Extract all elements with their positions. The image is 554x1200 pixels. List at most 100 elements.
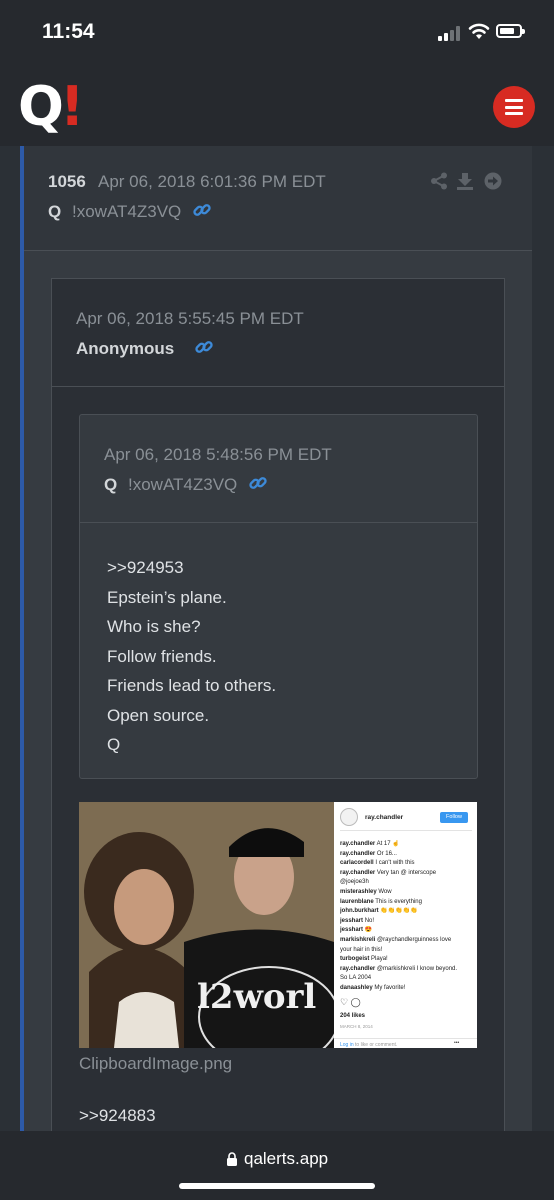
comment-user: john.burkhart xyxy=(340,908,379,915)
instagram-comment: john.burkhart 👏👏👏👏👏 xyxy=(340,907,472,917)
instagram-comment: So LA 2004 xyxy=(340,974,472,984)
text-line: Who is she? xyxy=(107,617,201,636)
lock-icon xyxy=(227,1152,237,1166)
photo: l2worl xyxy=(79,802,334,1048)
instagram-comment: misterashley Wow xyxy=(340,888,472,898)
post-tripcode: !xowAT4Z3VQ xyxy=(72,202,182,221)
instagram-actions: ♡ ◯ xyxy=(340,997,361,1008)
instagram-username: ray.chandler xyxy=(365,814,404,821)
avatar xyxy=(340,808,358,826)
comment-text: Wow xyxy=(378,888,392,895)
comment-user: jesshart xyxy=(340,917,364,924)
post-date: Apr 06, 2018 6:01:36 PM EDT xyxy=(98,172,326,191)
comment-user: ray.chandler xyxy=(340,869,376,876)
instagram-comment: jesshart 😍 xyxy=(340,926,472,936)
comment-text: I can't with this xyxy=(375,860,415,867)
text-line: Q xyxy=(107,735,121,754)
instagram-footer-text: to like or comment. xyxy=(355,1042,398,1048)
instagram-comment: carlacordell I can't with this xyxy=(340,859,472,869)
battery-icon xyxy=(496,24,525,38)
reply-link[interactable]: >>924883 xyxy=(79,1106,156,1126)
quoted-post-header: Apr 06, 2018 5:55:45 PM EDT Anonymous xyxy=(52,279,504,387)
comment-text: Playa! xyxy=(371,956,388,963)
instagram-panel: ray.chandler Follow ray.chandler At 17 ☝… xyxy=(334,802,477,1048)
comment-user: danaashley xyxy=(340,984,373,991)
nested-quote-header: Apr 06, 2018 5:48:56 PM EDT Q !xowAT4Z3V… xyxy=(80,415,477,523)
quoted-post-date: Apr 06, 2018 5:55:45 PM EDT xyxy=(76,309,304,328)
comment-user: ray.chandler xyxy=(340,965,376,972)
quoted-post-author: Anonymous xyxy=(76,339,175,358)
share-icon[interactable] xyxy=(430,172,448,190)
forward-icon[interactable] xyxy=(484,172,502,190)
link-icon[interactable] xyxy=(192,200,212,220)
comment-text: So LA 2004 xyxy=(340,975,372,982)
comment-icon: ◯ xyxy=(350,997,361,1007)
nested-quoted-post: Apr 06, 2018 5:48:56 PM EDT Q !xowAT4Z3V… xyxy=(79,414,478,779)
post-number[interactable]: 1056 xyxy=(48,172,86,192)
comment-text: My favorite! xyxy=(374,984,406,991)
wifi-icon xyxy=(468,23,490,39)
instagram-login-link: Log in xyxy=(340,1042,354,1048)
nested-quote-tripcode: !xowAT4Z3VQ xyxy=(128,475,238,494)
comment-user: ray.chandler xyxy=(340,850,376,857)
home-indicator[interactable] xyxy=(179,1183,375,1189)
instagram-comment: ray.chandler At 17 ☝ xyxy=(340,840,472,850)
instagram-comment: ray.chandler Very tan @ interscope xyxy=(340,869,472,879)
comment-user: ray.chandler xyxy=(340,841,376,847)
instagram-date: MARCH 8, 2014 xyxy=(340,1024,373,1029)
text-line: Follow friends. xyxy=(107,646,217,666)
comment-text: 😍 xyxy=(364,927,373,934)
more-icon: ••• xyxy=(454,1040,460,1046)
photo-illustration: l2worl xyxy=(79,802,334,1048)
instagram-comments: ray.chandler At 17 ☝ ray.chandler Or 16..… xyxy=(340,840,472,994)
status-bar: 11:54 xyxy=(0,0,554,66)
instagram-comment: danaashley My favorite! xyxy=(340,984,472,994)
instagram-header: ray.chandler Follow xyxy=(340,808,472,831)
menu-button[interactable] xyxy=(493,86,535,128)
comment-text: your hair in this! xyxy=(340,946,383,953)
reply-link[interactable]: >>924953 xyxy=(107,553,276,583)
link-icon[interactable] xyxy=(194,337,214,357)
logo-letter: Q xyxy=(18,75,64,138)
comment-user: laurenblane xyxy=(340,898,374,905)
text-line: Friends lead to others. xyxy=(107,676,277,695)
qalerts-logo[interactable]: Q! xyxy=(18,80,84,134)
instagram-likes: 204 likes xyxy=(340,1013,366,1019)
nested-quote-author: Q xyxy=(104,475,118,494)
instagram-comment: ray.chandler @markishkreli I know beyond… xyxy=(340,965,472,975)
comment-text: 👏👏👏👏👏 xyxy=(380,908,418,915)
instagram-comment: turbogeist Playa! xyxy=(340,955,472,965)
comment-text: Very tan @ interscope xyxy=(376,869,437,876)
instagram-comment: ray.chandler Or 16... xyxy=(340,850,472,860)
comment-text: @joejoe3h xyxy=(340,879,369,886)
logo-mark: ! xyxy=(59,75,85,138)
heart-icon: ♡ xyxy=(340,997,349,1007)
text-line: Open source. xyxy=(107,705,210,725)
post-author: Q xyxy=(48,202,62,221)
comment-user: jesshart xyxy=(340,927,364,934)
link-icon[interactable] xyxy=(248,473,268,493)
instagram-comment: @joejoe3h xyxy=(340,878,472,888)
comment-text: @markishkreli I know beyond. xyxy=(376,965,458,972)
comment-text: @raychandlerguinness love xyxy=(377,936,452,943)
attachment-image[interactable]: l2worl ray.chandler Follow ray.chandler … xyxy=(79,802,477,1048)
nested-quote-date: Apr 06, 2018 5:48:56 PM EDT xyxy=(104,445,332,464)
instagram-footer: Log in to like or comment. ••• xyxy=(334,1038,477,1048)
comment-text: No! xyxy=(364,917,375,924)
comment-user: carlacordell xyxy=(340,860,374,867)
nested-quote-text: >>924953 Epstein’s plane. Who is she? Fo… xyxy=(107,553,276,760)
instagram-comment: laurenblane This is everything xyxy=(340,898,472,908)
url-address[interactable]: qalerts.app xyxy=(244,1149,328,1169)
comment-user: markishkreli xyxy=(340,936,376,943)
comment-text: This is everything xyxy=(375,898,422,905)
text-line: Epstein’s plane. xyxy=(107,587,227,607)
comment-user: turbogeist xyxy=(340,956,370,963)
download-icon[interactable] xyxy=(456,172,474,190)
status-time: 11:54 xyxy=(42,20,95,43)
shirt-graphic-text: l2worl xyxy=(197,977,316,1017)
attachment-filename[interactable]: ClipboardImage.png xyxy=(79,1054,232,1074)
browser-bottom-bar: qalerts.app xyxy=(0,1131,554,1200)
comment-text: At 17 ☝ xyxy=(376,841,400,847)
post-header: 1056 Apr 06, 2018 6:01:36 PM EDT Q !xowA… xyxy=(24,146,532,251)
instagram-comment: your hair in this! xyxy=(340,946,472,956)
